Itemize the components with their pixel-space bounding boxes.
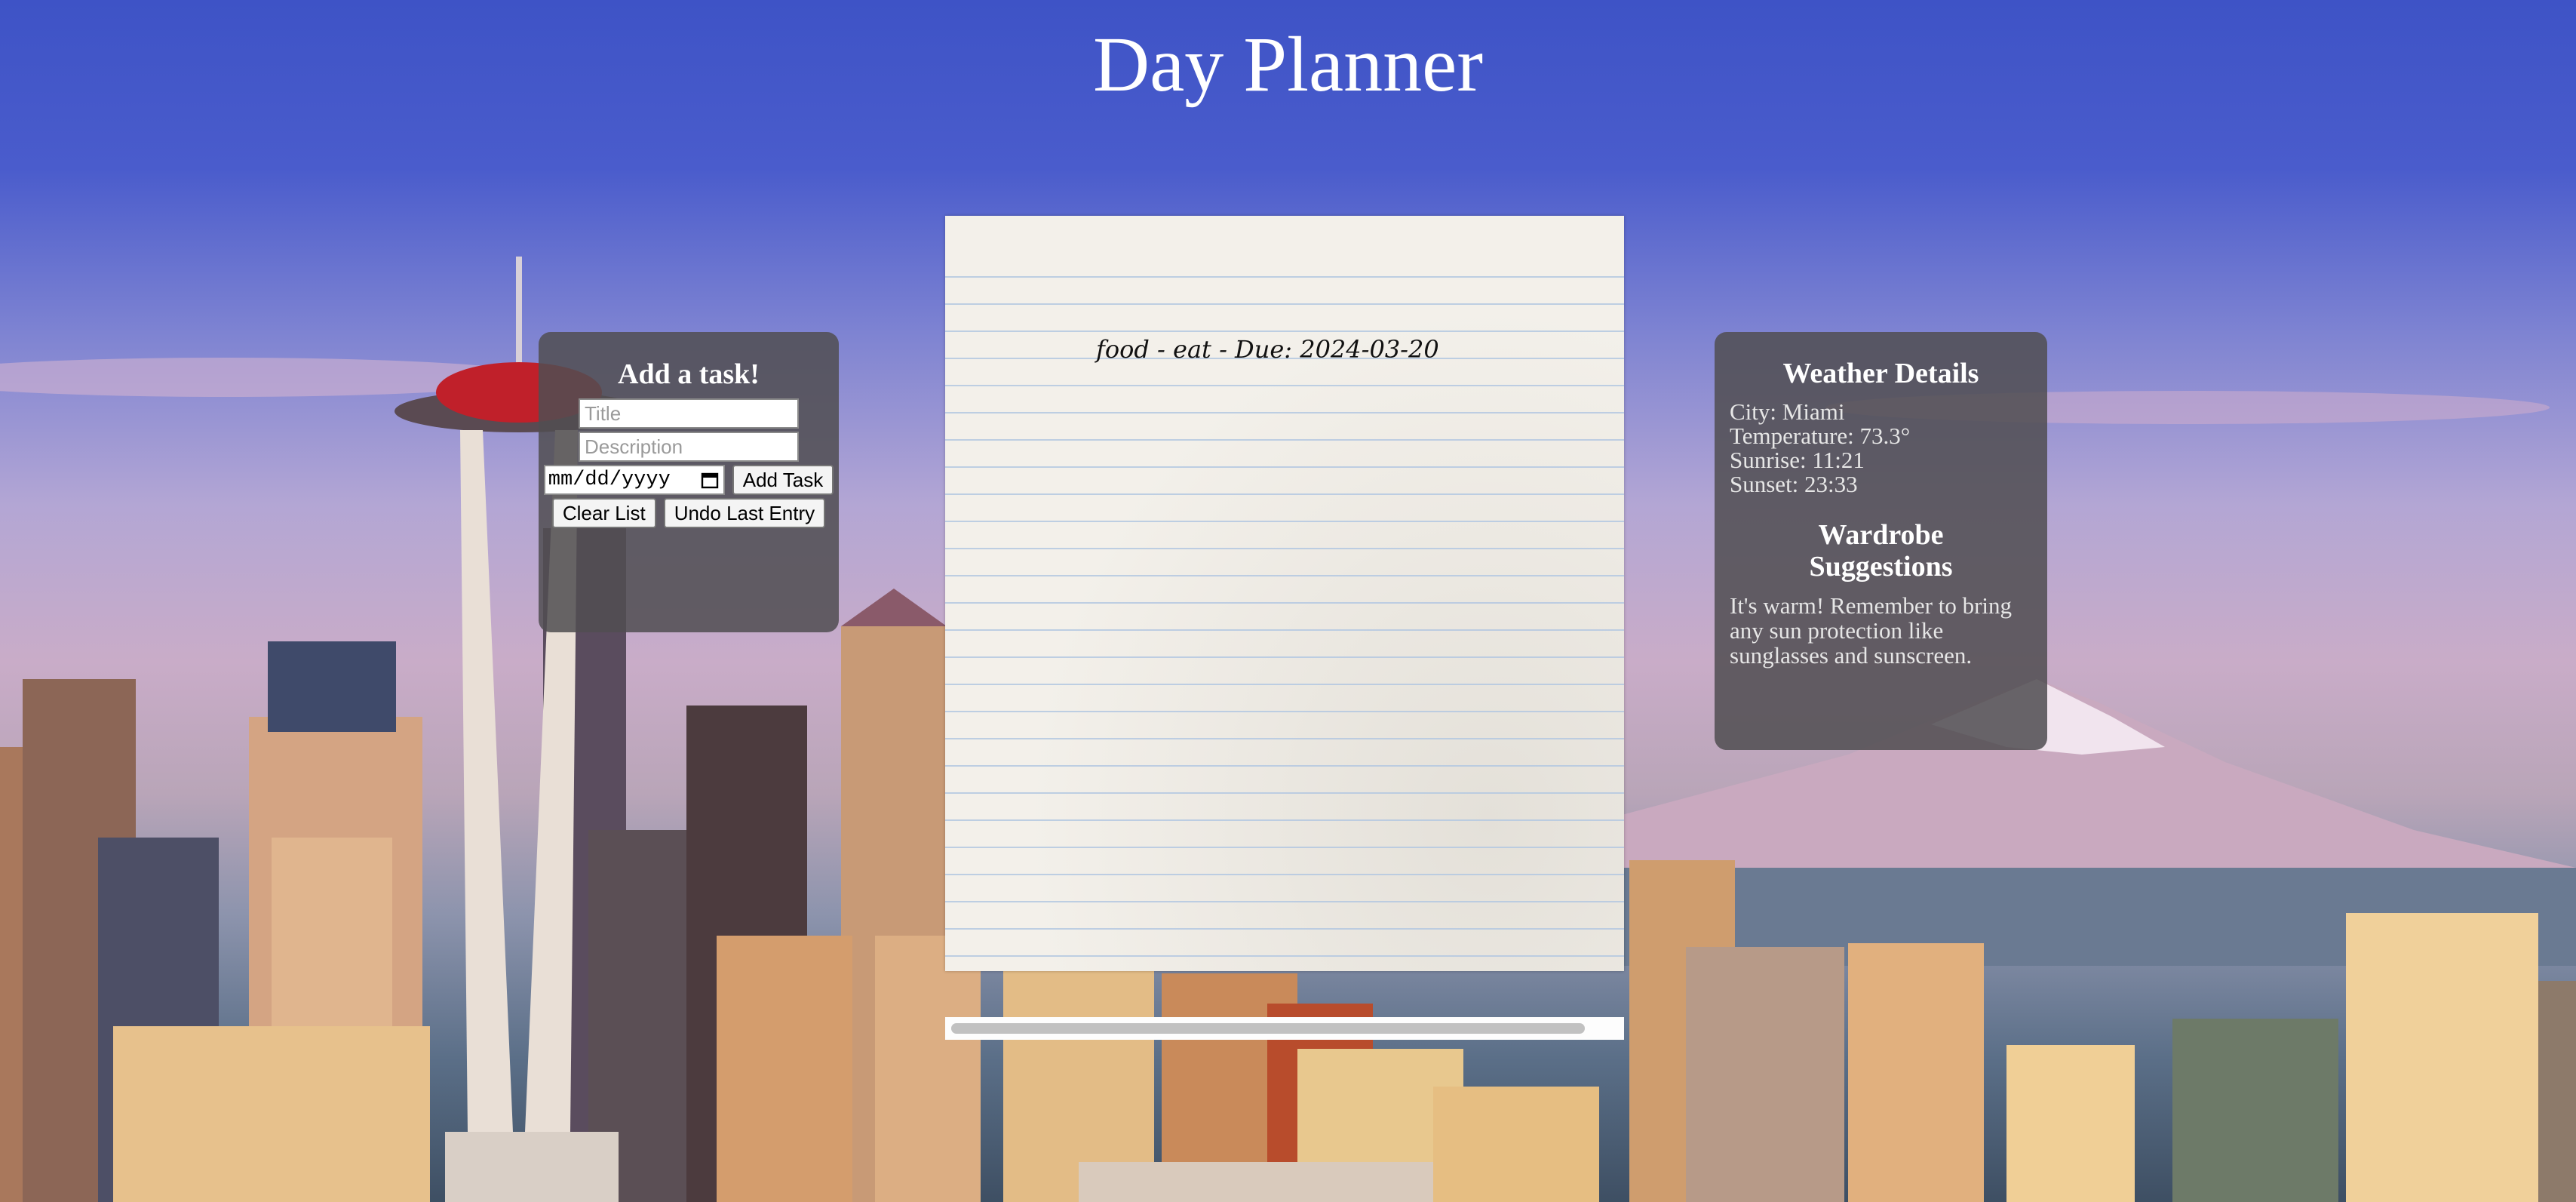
weather-panel: Weather Details City: Miami Temperature:… (1715, 332, 2047, 750)
notepad-header-space (945, 216, 1624, 276)
undo-last-entry-button[interactable]: Undo Last Entry (663, 498, 826, 528)
weather-sunrise: Sunrise: 11:21 (1730, 447, 1865, 473)
wardrobe-heading: Wardrobe Suggestions (1809, 519, 1953, 583)
weather-city: City: Miami (1730, 398, 1845, 425)
weather-sunset: Sunset: 23:33 (1730, 471, 1858, 497)
scrollbar-thumb[interactable] (951, 1023, 1585, 1034)
add-task-heading: Add a task! (618, 358, 760, 390)
weather-heading: Weather Details (1782, 358, 1979, 389)
add-task-button[interactable]: Add Task (732, 465, 834, 495)
calendar-icon[interactable] (701, 471, 719, 489)
due-date-input[interactable]: mm/dd/yyyy (543, 465, 725, 495)
task-notepad[interactable]: food - eat - Due: 2024-03-20 (945, 216, 1624, 971)
wardrobe-suggestion: It's warm! Remember to bring any sun pro… (1730, 592, 2013, 669)
description-input[interactable] (579, 432, 799, 462)
list-actions-row: Clear List Undo Last Entry (539, 498, 839, 528)
page-title: Day Planner (1093, 21, 1483, 108)
title-input[interactable] (579, 398, 799, 429)
clear-list-button[interactable]: Clear List (551, 498, 656, 528)
task-list-item: food - eat - Due: 2024-03-20 (1096, 335, 1439, 364)
horizontal-scrollbar[interactable] (945, 1017, 1624, 1040)
date-add-row: mm/dd/yyyy Add Task (539, 465, 839, 495)
date-placeholder: mm/dd/yyyy (548, 469, 671, 491)
add-task-panel: Add a task! mm/dd/yyyy Add Task Clear Li… (539, 332, 839, 632)
add-task-form: mm/dd/yyyy Add Task Clear List Undo Last… (539, 398, 839, 528)
weather-temperature: Temperature: 73.3° (1730, 423, 1911, 449)
